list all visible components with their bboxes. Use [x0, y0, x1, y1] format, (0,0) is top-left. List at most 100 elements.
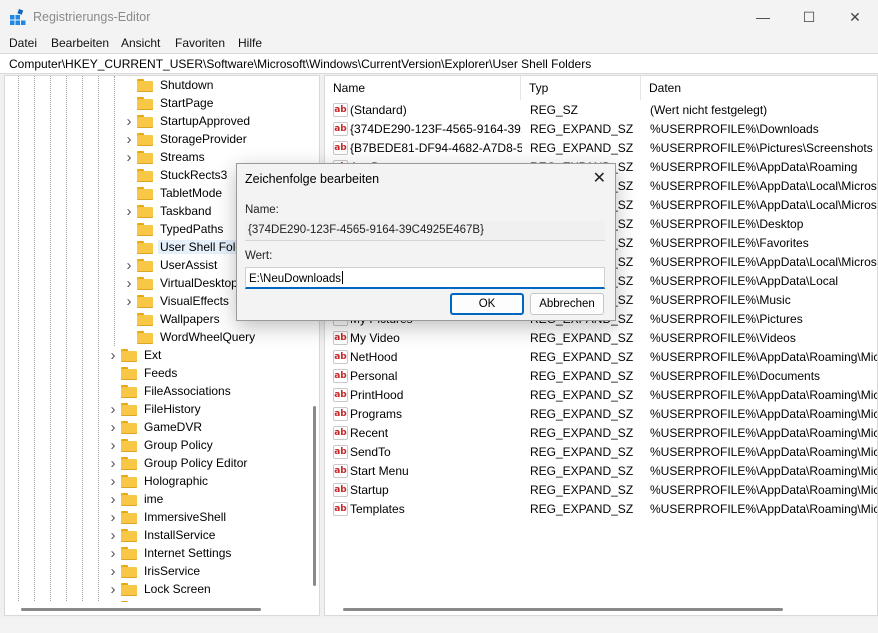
column-header-type[interactable]: Typ	[521, 76, 641, 100]
tree-item[interactable]: › Holographic	[107, 472, 210, 490]
tree-horizontal-scrollbar[interactable]	[5, 602, 308, 615]
chevron-right-icon[interactable]: ›	[123, 148, 135, 166]
folder-icon	[121, 366, 137, 380]
chevron-right-icon[interactable]: ›	[123, 256, 135, 274]
chevron-right-icon[interactable]: ›	[107, 436, 119, 454]
list-row[interactable]: ab My Video REG_EXPAND_SZ %USERPROFILE%\Vid…	[325, 329, 877, 348]
chevron-right-icon[interactable]: ›	[123, 292, 135, 310]
menu-edit[interactable]: Bearbeiten	[51, 36, 109, 50]
tree-item[interactable]: › StartupApproved	[123, 112, 252, 130]
list-row[interactable]: ab Templates REG_EXPAND_SZ %USERPROFILE%\Ap…	[325, 500, 877, 519]
tree-item[interactable]: › Group Policy Editor	[107, 454, 249, 472]
tree-item[interactable]: Shutdown	[123, 76, 215, 94]
tree-hscroll-thumb[interactable]	[21, 608, 261, 611]
tree-item[interactable]: › IrisService	[107, 562, 202, 580]
tree-item[interactable]: › Internet Settings	[107, 544, 233, 562]
menu-bar: Datei Bearbeiten Ansicht Favoriten Hilfe	[0, 34, 878, 53]
chevron-right-icon[interactable]: ›	[123, 112, 135, 130]
tree-item[interactable]: FileAssociations	[107, 382, 233, 400]
menu-view[interactable]: Ansicht	[121, 36, 160, 50]
chevron-right-icon[interactable]: ›	[107, 418, 119, 436]
tree-item-label: StartupApproved	[160, 114, 251, 128]
tree-item[interactable]: Feeds	[107, 364, 179, 382]
tree-guide-line	[82, 76, 83, 615]
list-row[interactable]: ab Start Menu REG_EXPAND_SZ %USERPROFILE%\A…	[325, 462, 877, 481]
tree-item[interactable]: › Streams	[123, 148, 207, 166]
minimize-button[interactable]: —	[740, 0, 786, 34]
dialog-close-button[interactable]: ✕	[593, 168, 606, 188]
chevron-right-icon[interactable]: ›	[107, 508, 119, 526]
ok-button[interactable]: OK	[450, 293, 524, 315]
menu-help[interactable]: Hilfe	[238, 36, 262, 50]
list-horizontal-scrollbar[interactable]	[325, 602, 877, 615]
value-list[interactable]: Name Typ Daten ab (Standard) REG_SZ (Wert n…	[324, 75, 878, 616]
value-data: %USERPROFILE%\AppData\Roaming\Micro	[650, 445, 878, 459]
tree-item[interactable]: › FileHistory	[107, 400, 203, 418]
tree-item[interactable]: › StorageProvider	[123, 130, 249, 148]
address-bar[interactable]: Computer\HKEY_CURRENT_USER\Software\Micr…	[0, 53, 878, 74]
tree-item-label: FileAssociations	[144, 384, 231, 398]
tree-item[interactable]: › Ext	[107, 346, 163, 364]
value-data-input[interactable]: E:\NeuDownloads	[245, 267, 605, 289]
chevron-right-icon[interactable]: ›	[107, 526, 119, 544]
tree-item[interactable]: › Group Policy	[107, 436, 215, 454]
dialog-title: Zeichenfolge bearbeiten	[245, 172, 380, 186]
list-row[interactable]: ab PrintHood REG_EXPAND_SZ %USERPROFILE%\Ap…	[325, 386, 877, 405]
chevron-right-icon[interactable]: ›	[107, 580, 119, 598]
string-value-icon: ab	[333, 426, 348, 440]
list-row[interactable]: ab Startup REG_EXPAND_SZ %USERPROFILE%\AppD…	[325, 481, 877, 500]
chevron-right-icon[interactable]: ›	[123, 130, 135, 148]
maximize-button[interactable]: ☐	[786, 0, 832, 34]
chevron-right-icon[interactable]: ›	[107, 490, 119, 508]
tree-item[interactable]: StartPage	[123, 94, 215, 112]
list-row[interactable]: ab SendTo REG_EXPAND_SZ %USERPROFILE%\AppDa…	[325, 443, 878, 462]
chevron-right-icon[interactable]: ›	[123, 202, 135, 220]
registry-editor-icon	[10, 9, 26, 25]
cancel-button[interactable]: Abbrechen	[530, 293, 604, 315]
tree-item[interactable]: › Lock Screen	[107, 580, 213, 598]
list-row[interactable]: ab NetHood REG_EXPAND_SZ %USERPROFILE%\AppD…	[325, 348, 877, 367]
status-bar	[0, 618, 878, 633]
list-hscroll-thumb[interactable]	[343, 608, 783, 611]
column-header-data[interactable]: Daten	[641, 76, 877, 100]
list-row[interactable]: ab Programs REG_EXPAND_SZ %USERPROFILE%\App…	[325, 405, 877, 424]
chevron-right-icon[interactable]: ›	[107, 544, 119, 562]
folder-icon	[137, 114, 153, 128]
list-row[interactable]: ab Recent REG_EXPAND_SZ %USERPROFILE%\AppDa…	[325, 424, 877, 443]
tree-item[interactable]: › UserAssist	[123, 256, 219, 274]
key-tree[interactable]: Shutdown StartPage › StartupApproved › Storag…	[4, 75, 320, 616]
tree-item[interactable]: › ImmersiveShell	[107, 508, 228, 526]
list-row[interactable]: ab {374DE290-123F-4565-9164-39... REG_EXPA…	[325, 120, 877, 139]
tree-item[interactable]: › VirtualDesktops	[123, 274, 246, 292]
chevron-right-icon[interactable]: ›	[107, 472, 119, 490]
tree-item[interactable]: StuckRects3	[123, 166, 229, 184]
folder-icon	[137, 132, 153, 146]
tree-item[interactable]: › ime	[107, 490, 165, 508]
list-row[interactable]: ab Personal REG_EXPAND_SZ %USERPROFILE%\Doc…	[325, 367, 877, 386]
chevron-right-icon[interactable]: ›	[107, 454, 119, 472]
tree-vertical-scrollbar[interactable]	[308, 76, 319, 615]
tree-item[interactable]: › Taskband	[123, 202, 213, 220]
chevron-right-icon[interactable]: ›	[123, 274, 135, 292]
column-header-name[interactable]: Name	[325, 76, 521, 100]
tree-item[interactable]: Wallpapers	[123, 310, 222, 328]
tree-scroll-thumb[interactable]	[313, 406, 316, 586]
tree-item[interactable]: › InstallService	[107, 526, 217, 544]
value-name: Startup	[350, 483, 389, 497]
list-row[interactable]: ab (Standard) REG_SZ (Wert nicht festgelegt…	[325, 101, 877, 120]
close-button[interactable]: ✕	[832, 0, 878, 34]
tree-item[interactable]: WordWheelQuery	[123, 328, 257, 346]
list-row[interactable]: ab {B7BEDE81-DF94-4682-A7D8-5... REG_EXPAN…	[325, 139, 877, 158]
value-type: REG_EXPAND_SZ	[530, 122, 634, 136]
chevron-right-icon[interactable]: ›	[107, 346, 119, 364]
chevron-right-icon[interactable]: ›	[107, 400, 119, 418]
chevron-right-icon[interactable]: ›	[107, 562, 119, 580]
tree-item[interactable]: › VisualEffects	[123, 292, 231, 310]
tree-item[interactable]: TabletMode	[123, 184, 224, 202]
tree-item[interactable]: TypedPaths	[123, 220, 225, 238]
tree-item[interactable]: › GameDVR	[107, 418, 204, 436]
menu-favorites[interactable]: Favoriten	[175, 36, 225, 50]
menu-file[interactable]: Datei	[9, 36, 37, 50]
